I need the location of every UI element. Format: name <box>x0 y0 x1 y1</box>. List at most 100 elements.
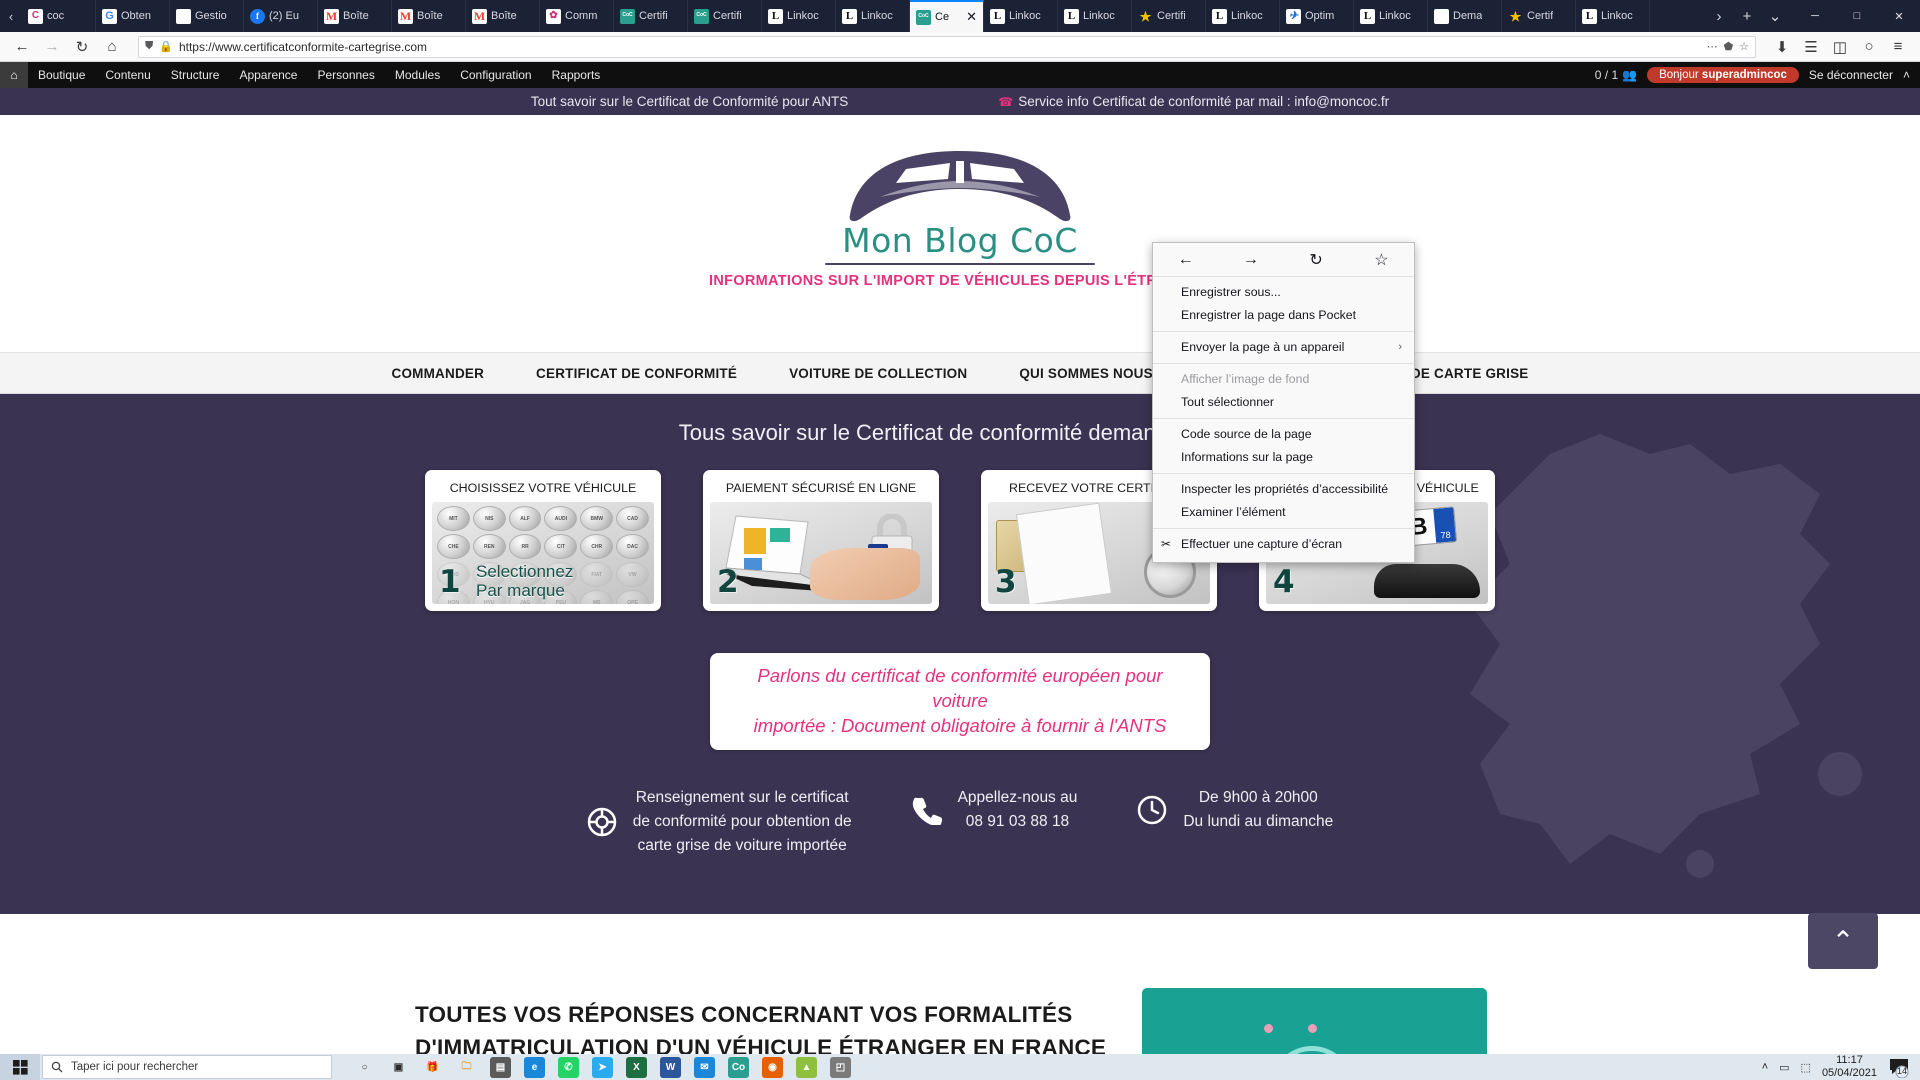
admin-item-contenu[interactable]: Contenu <box>95 62 160 88</box>
photos-icon[interactable]: ◰ <box>830 1057 851 1078</box>
browser-tab[interactable]: L Linkoc <box>1354 0 1428 32</box>
browser-tab[interactable]: M Boîte <box>466 0 540 32</box>
reload-icon[interactable]: ↻ <box>68 34 96 60</box>
calculator-icon[interactable]: ▤ <box>490 1057 511 1078</box>
browser-tab[interactable]: M Boîte <box>318 0 392 32</box>
browser-tab[interactable]: L Linkoc <box>1576 0 1650 32</box>
context-menu-item[interactable]: Informations sur la page <box>1153 446 1414 469</box>
tab-scroll-right-button[interactable]: › <box>1706 3 1732 29</box>
browser-tab[interactable]:  Dema <box>1428 0 1502 32</box>
scroll-to-top-button[interactable]: ⌃ <box>1808 913 1878 969</box>
browser-tab[interactable]: G Obten <box>96 0 170 32</box>
notification-center-icon[interactable]: 14 <box>1888 1056 1910 1078</box>
forward-icon[interactable]: → <box>38 34 66 60</box>
browser-tab[interactable]: L Linkoc <box>984 0 1058 32</box>
context-menu-item[interactable]: Enregistrer sous... <box>1153 281 1414 304</box>
step-card-1[interactable]: CHOISISSEZ VOTRE VÉHICULE MIT NIS ALF AUDI B… <box>425 470 661 611</box>
file-explorer-icon[interactable]: 🗀 <box>456 1057 477 1078</box>
context-menu-item[interactable]: Enregistrer la page dans Pocket <box>1153 304 1414 327</box>
browser-tab[interactable]: ✿ Comm <box>540 0 614 32</box>
whatsapp-icon[interactable]: ✆ <box>558 1057 579 1078</box>
filezilla-icon[interactable]: ▲ <box>796 1057 817 1078</box>
context-menu-item[interactable]: Examiner l’élément <box>1153 501 1414 524</box>
context-menu-item[interactable]: Envoyer la page à un appareil › <box>1153 336 1414 359</box>
app-menu-icon[interactable]: ≡ <box>1884 34 1912 60</box>
browser-tab[interactable]: ★ Certif <box>1502 0 1576 32</box>
context-bookmark-icon[interactable]: ☆ <box>1361 250 1401 270</box>
site-logo[interactable]: Mon Blog CoC <box>810 135 1110 265</box>
context-menu-item[interactable]: Code source de la page <box>1153 423 1414 446</box>
url-text[interactable]: https://www.certificatconformite-cartegr… <box>179 40 1701 54</box>
page-actions-icon[interactable]: ⋯ <box>1707 40 1718 53</box>
browser-tab[interactable]: Ccoc <box>22 0 96 32</box>
excel-icon[interactable]: X <box>626 1057 647 1078</box>
tab-scroll-left-button[interactable]: ‹ <box>0 0 22 32</box>
browser-tab[interactable]: f (2) Eu <box>244 0 318 32</box>
tray-expand-icon[interactable]: ˄ <box>1762 1061 1768 1073</box>
admin-home-icon[interactable]: ⌂ <box>0 62 28 88</box>
admin-item-boutique[interactable]: Boutique <box>28 62 95 88</box>
context-forward-icon[interactable]: → <box>1231 251 1271 269</box>
start-button[interactable] <box>0 1054 40 1080</box>
pocket-icon[interactable]: ⬟ <box>1724 40 1734 53</box>
camera-tray-icon[interactable]: ▭ <box>1779 1061 1789 1074</box>
logout-link[interactable]: Se déconnecter <box>1809 68 1893 82</box>
greeting-badge[interactable]: Bonjour superadmincoc <box>1647 67 1799 83</box>
telegram-icon[interactable]: ➤ <box>592 1057 613 1078</box>
admin-item-apparence[interactable]: Apparence <box>229 62 307 88</box>
collapse-toolbar-icon[interactable]: ˄ <box>1903 68 1910 82</box>
context-menu-item[interactable]: ✂ Effectuer une capture d’écran <box>1153 533 1414 556</box>
browser-tab[interactable]: L Linkoc <box>762 0 836 32</box>
nav-item-qui-sommes-nous[interactable]: QUI SOMMES NOUS▼ <box>1019 366 1167 381</box>
back-icon[interactable]: ← <box>8 34 36 60</box>
step-card-2[interactable]: PAIEMENT SÉCURISÉ EN LIGNE 2 <box>703 470 939 611</box>
nav-item-commander[interactable]: COMMANDER <box>392 366 485 381</box>
context-menu-item[interactable]: Inspecter les propriétés d’accessibilité <box>1153 478 1414 501</box>
browser-tab[interactable]: L Linkoc <box>1058 0 1132 32</box>
tracking-protection-shield-icon[interactable]: ⛊ <box>145 40 153 53</box>
downloads-icon[interactable]: ⬇ <box>1768 34 1796 60</box>
address-bar[interactable]: ⛊ 🔒 https://www.certificatconformite-car… <box>138 36 1756 58</box>
word-icon[interactable]: W <box>660 1057 681 1078</box>
browser-tab[interactable]: ★ Certifi <box>1132 0 1206 32</box>
admin-item-personnes[interactable]: Personnes <box>307 62 384 88</box>
bookmark-star-icon[interactable]: ☆ <box>1739 40 1749 53</box>
context-reload-icon[interactable]: ↻ <box>1296 250 1336 270</box>
browser-tab[interactable]: CoC Ce ✕ <box>910 0 984 32</box>
browser-tab[interactable]: L Linkoc <box>836 0 910 32</box>
context-back-icon[interactable]: ← <box>1166 251 1206 269</box>
list-all-tabs-icon[interactable]: ⌄ <box>1762 3 1788 29</box>
admin-item-modules[interactable]: Modules <box>385 62 450 88</box>
edge-icon[interactable]: e <box>524 1057 545 1078</box>
nav-item-voiture-de-collection[interactable]: VOITURE DE COLLECTION <box>789 366 967 381</box>
cortana-icon[interactable]: ○ <box>354 1057 375 1078</box>
account-icon[interactable]: ○ <box>1855 34 1883 60</box>
admin-item-structure[interactable]: Structure <box>161 62 230 88</box>
mail-icon[interactable]: ✉ <box>694 1057 715 1078</box>
task-view-icon[interactable]: ▣ <box>388 1057 409 1078</box>
sidebar-icon[interactable]: ◫ <box>1826 34 1854 60</box>
maximize-button[interactable]: □ <box>1836 0 1878 32</box>
minimize-button[interactable]: ─ <box>1794 0 1836 32</box>
library-icon[interactable]: ☰ <box>1797 34 1825 60</box>
taskbar-search-box[interactable]: Taper ici pour rechercher <box>42 1055 332 1079</box>
nav-item-certificat-de-conformit-[interactable]: CERTIFICAT DE CONFORMITÉ <box>536 366 737 381</box>
browser-tab[interactable]: CoC Certifi <box>614 0 688 32</box>
display-tray-icon[interactable]: ⬚ <box>1801 1061 1811 1074</box>
taskbar-clock[interactable]: 11:17 05/04/2021 <box>1822 1054 1877 1079</box>
coc-app-icon[interactable]: Co <box>728 1057 749 1078</box>
home-icon[interactable]: ⌂ <box>98 34 126 60</box>
browser-tab[interactable]:  Gestio <box>170 0 244 32</box>
browser-tab[interactable]: ✈ Optim <box>1280 0 1354 32</box>
close-window-button[interactable]: ✕ <box>1878 0 1920 32</box>
tab-close-icon[interactable]: ✕ <box>966 9 977 25</box>
browser-tab[interactable]: L Linkoc <box>1206 0 1280 32</box>
admin-item-configuration[interactable]: Configuration <box>450 62 541 88</box>
context-menu-item[interactable]: Tout sélectionner <box>1153 391 1414 414</box>
admin-item-rapports[interactable]: Rapports <box>542 62 611 88</box>
browser-tab[interactable]: M Boîte <box>392 0 466 32</box>
new-tab-button[interactable]: + <box>1734 3 1760 29</box>
browser-tab[interactable]: CoC Certifi <box>688 0 762 32</box>
store-icon[interactable]: 🎁 <box>422 1057 443 1078</box>
firefox-icon[interactable]: ◉ <box>762 1057 783 1078</box>
